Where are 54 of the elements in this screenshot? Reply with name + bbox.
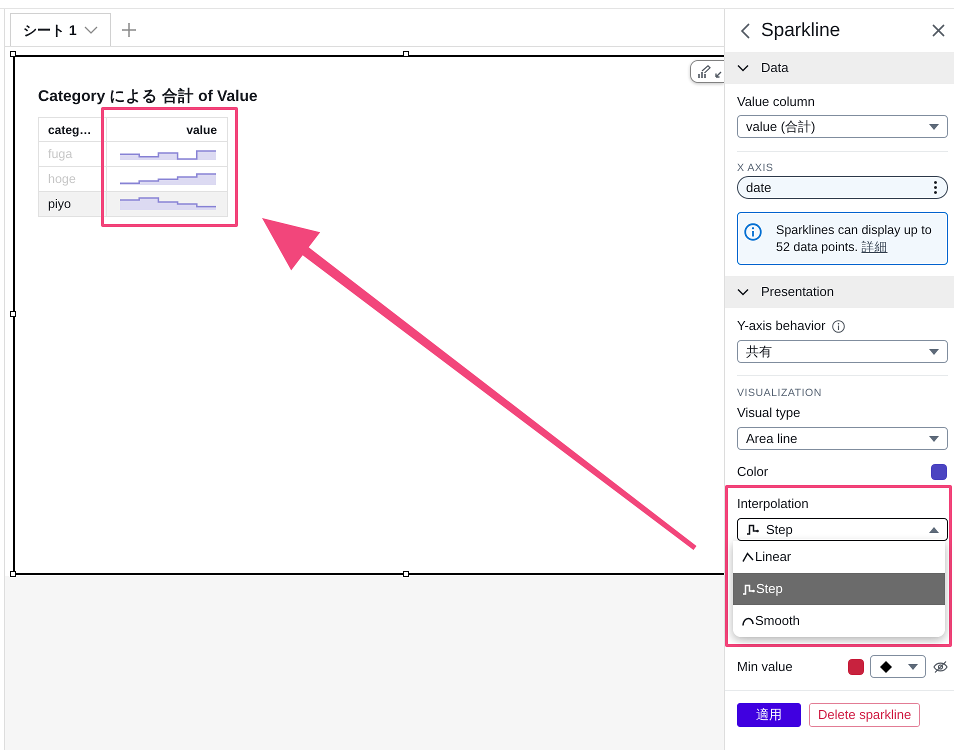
plus-icon[interactable]	[122, 23, 136, 37]
caret-down-icon[interactable]	[929, 436, 939, 442]
details-link[interactable]: 詳細	[861, 240, 888, 254]
table-cell[interactable]: piyo	[39, 192, 107, 217]
resize-handle[interactable]	[10, 51, 16, 57]
caret-up-icon[interactable]	[929, 526, 939, 532]
dropdown-option[interactable]: Linear	[733, 541, 945, 573]
chevron-down-icon[interactable]	[737, 288, 749, 296]
group-label: VISUALIZATION	[737, 387, 822, 399]
field-label: Interpolation	[737, 496, 809, 512]
field-label: Color	[737, 464, 768, 480]
visual-type-select[interactable]: Area line	[737, 427, 948, 450]
eye-slash-icon[interactable]	[933, 660, 948, 672]
caret-down-icon[interactable]	[929, 348, 939, 354]
step-line-icon	[742, 584, 755, 594]
field-label: Y-axis behavior	[737, 318, 826, 334]
resize-handle[interactable]	[403, 571, 409, 577]
resize-handle[interactable]	[10, 571, 16, 577]
section-header[interactable]: Presentation	[725, 276, 954, 308]
line-chart-icon	[742, 552, 754, 562]
interpolation-select[interactable]: Step	[737, 518, 948, 541]
chevron-down-icon[interactable]	[737, 64, 749, 72]
apply-button[interactable]: 適用	[737, 703, 801, 727]
dropdown-option[interactable]: Step	[733, 573, 945, 605]
sheet-tab[interactable]: シート 1	[10, 13, 111, 46]
chevron-left-icon[interactable]	[741, 22, 750, 38]
info-icon	[744, 223, 762, 241]
close-icon[interactable]	[932, 24, 945, 37]
field-label: Visual type	[737, 405, 800, 421]
x-axis-field-well[interactable]: date	[737, 176, 948, 199]
visual-title: Category による 合計 of Value	[38, 87, 258, 107]
color-swatch-icon[interactable]	[931, 464, 947, 480]
panel-title: Sparkline	[761, 18, 840, 42]
resize-handle[interactable]	[403, 51, 409, 57]
field-label: Value column	[737, 94, 815, 110]
caret-down-icon[interactable]	[929, 124, 939, 130]
dropdown-option[interactable]: Smooth	[733, 605, 945, 637]
section-header[interactable]: Data	[725, 52, 954, 84]
field-label: Min value	[737, 658, 794, 674]
info-text: Sparklines can display up to 52 data points. 詳細	[776, 222, 932, 256]
marker-select[interactable]	[870, 655, 926, 678]
resize-handle[interactable]	[10, 311, 16, 317]
value-column-select[interactable]: value (合計)	[737, 115, 948, 138]
chart-edit-icon[interactable]	[697, 64, 711, 78]
color-swatch-icon[interactable]	[848, 658, 864, 674]
y-axis-behavior-select[interactable]: 共有	[737, 340, 948, 363]
group-label: X AXIS	[737, 162, 774, 174]
delete-button[interactable]: Delete sparkline	[809, 703, 920, 727]
diamond-icon	[880, 660, 892, 672]
caret-down-icon[interactable]	[908, 664, 918, 670]
info-icon[interactable]	[832, 320, 846, 332]
step-line-icon	[746, 524, 759, 535]
kebab-menu-icon[interactable]	[934, 181, 937, 194]
curve-icon	[742, 616, 754, 626]
